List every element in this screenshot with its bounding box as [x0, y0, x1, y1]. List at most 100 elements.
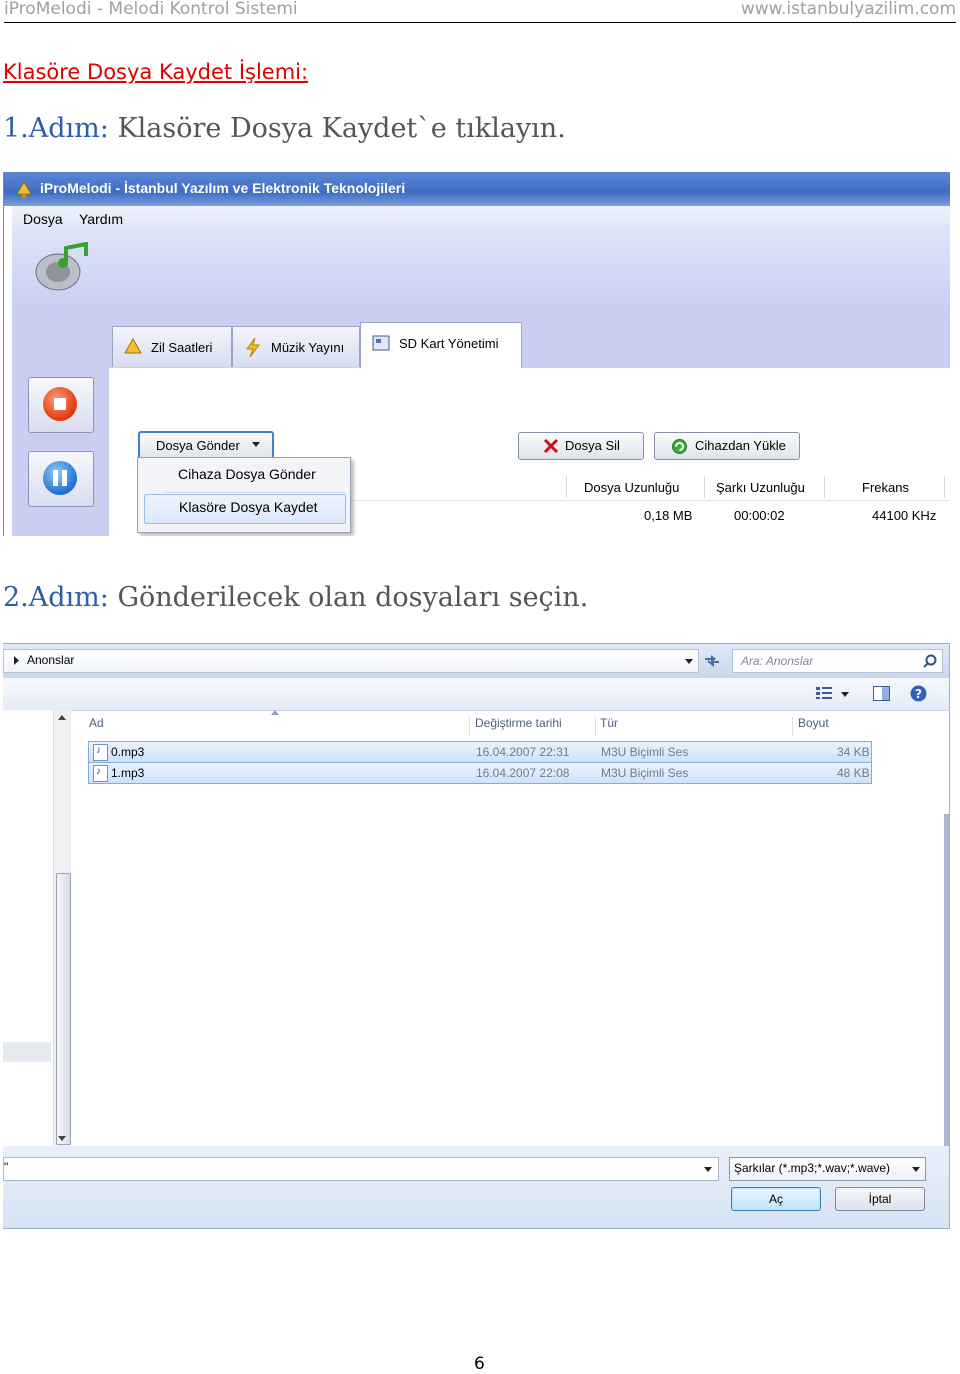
- preview-pane-icon[interactable]: [873, 686, 890, 701]
- column-boyut[interactable]: Boyut: [798, 710, 878, 738]
- dialog-footer: " Şarkılar (*.mp3;*.wav;*.wave) Aç İptal: [3, 1146, 949, 1228]
- lightning-icon: [246, 337, 260, 357]
- tab-sd-kart-yonetimi[interactable]: SD Kart Yönetimi: [360, 322, 522, 369]
- tab-muzik-yayini[interactable]: Müzik Yayını: [232, 326, 360, 367]
- menu-item-label: Klasöre Dosya Kaydet: [179, 499, 318, 515]
- cell-file-size: 0,18 MB: [644, 508, 693, 523]
- column-label: Boyut: [798, 716, 829, 730]
- cihazdan-yukle-label: Cihazdan Yükle: [695, 438, 786, 453]
- dropdown-menu: Cihaza Dosya Gönder Klasöre Dosya Kaydet: [137, 457, 351, 533]
- chevron-down-icon[interactable]: [58, 1136, 66, 1142]
- column-label: Ad: [89, 716, 104, 730]
- cell-frequency: 44100 KHz: [872, 508, 937, 523]
- bell-icon: [124, 337, 142, 354]
- file-name: 0.mp3: [111, 745, 145, 759]
- section-title: Klasöre Dosya Kaydet İşlemi:: [3, 60, 309, 84]
- column-divider: [566, 476, 567, 498]
- toolbar: ?: [3, 678, 949, 711]
- chevron-down-icon[interactable]: [841, 692, 849, 697]
- column-label: Şarkı Uzunluğu: [716, 480, 805, 495]
- file-row[interactable]: ♪ 0.mp3 16.04.2007 22:31 M3U Biçimli Ses…: [88, 741, 872, 763]
- pause-button[interactable]: [28, 451, 94, 507]
- file-name-input[interactable]: ": [3, 1157, 719, 1181]
- file-size: 34 KB: [837, 745, 870, 759]
- dialog-edge: [944, 814, 949, 1146]
- menu-item-label: Cihaza Dosya Gönder: [178, 466, 316, 482]
- step-2-text: Gönderilecek olan dosyaları seçin.: [108, 582, 589, 613]
- sort-ascending-icon: [271, 710, 279, 715]
- open-button[interactable]: Aç: [731, 1187, 821, 1211]
- file-date: 16.04.2007 22:31: [476, 745, 570, 759]
- chevron-down-icon: [912, 1167, 920, 1172]
- search-placeholder: Ara: Anonslar: [741, 654, 814, 668]
- column-divider: [704, 476, 705, 498]
- chevron-right-icon: [14, 656, 19, 665]
- view-options-icon[interactable]: [816, 687, 832, 699]
- dropdown-label: Dosya Gönder: [156, 438, 240, 453]
- column-divider: [944, 476, 945, 498]
- delete-icon: [543, 438, 559, 454]
- file-type: M3U Biçimli Ses: [601, 766, 689, 780]
- breadcrumb[interactable]: Anonslar: [3, 649, 699, 673]
- nav-item[interactable]: [3, 1042, 51, 1062]
- tab-label: Müzik Yayını: [271, 340, 345, 355]
- breadcrumb-item[interactable]: Anonslar: [27, 653, 74, 667]
- tab-strip: Zil Saatleri Müzik Yayını SD Kart Yöneti…: [106, 322, 950, 370]
- dosya-sil-button[interactable]: Dosya Sil: [518, 432, 644, 460]
- step-1-number: 1.Adım:: [3, 113, 109, 144]
- bell-icon: [16, 181, 32, 199]
- help-icon[interactable]: ?: [910, 685, 927, 702]
- menu-dosya[interactable]: Dosya: [23, 211, 63, 227]
- svg-text:?: ?: [915, 687, 922, 701]
- file-size: 48 KB: [837, 766, 870, 780]
- file-type-value: Şarkılar (*.mp3;*.wav;*.wave): [734, 1161, 891, 1175]
- tab-label: Zil Saatleri: [151, 340, 213, 355]
- audio-file-icon: ♪: [93, 744, 108, 761]
- cell-song-length: 00:00:02: [734, 508, 785, 523]
- file-dialog-screenshot: Anonslar Ara: Anonslar ? Ad Değiştirme t…: [3, 643, 950, 1229]
- search-icon[interactable]: [923, 654, 937, 668]
- column-divider: [824, 476, 825, 498]
- menu-bar: Dosya Yardım: [12, 206, 950, 231]
- header-url: www.istanbulyazilim.com: [740, 0, 956, 19]
- column-label: Tür: [600, 716, 618, 730]
- ribbon: [12, 230, 950, 314]
- audio-file-icon: ♪: [93, 765, 108, 782]
- nav-scrollbar[interactable]: [53, 710, 71, 1146]
- speaker-logo-icon: [35, 242, 88, 291]
- scroll-thumb[interactable]: [56, 873, 71, 1145]
- chevron-up-icon[interactable]: [58, 714, 66, 720]
- cihazdan-yukle-button[interactable]: Cihazdan Yükle: [654, 432, 800, 460]
- cancel-button[interactable]: İptal: [835, 1187, 925, 1211]
- file-type: M3U Biçimli Ses: [601, 745, 689, 759]
- step-2: 2.Adım: Gönderilecek olan dosyaları seçi…: [3, 582, 588, 613]
- file-name-value: ": [4, 1160, 9, 1174]
- chevron-down-icon[interactable]: [685, 659, 693, 664]
- column-divider: [595, 716, 596, 736]
- tab-label: SD Kart Yönetimi: [399, 336, 499, 351]
- column-label: Frekans: [862, 480, 909, 495]
- file-row[interactable]: ♪ 1.mp3 16.04.2007 22:08 M3U Biçimli Ses…: [88, 762, 872, 784]
- column-degistirme-tarihi[interactable]: Değiştirme tarihi: [475, 710, 595, 738]
- menu-item-cihaza-dosya-gonder[interactable]: Cihaza Dosya Gönder: [144, 461, 344, 489]
- app-title: iProMelodi - İstanbul Yazılım ve Elektro…: [40, 180, 406, 196]
- stop-icon: [43, 387, 77, 421]
- menu-item-klasore-dosya-kaydet[interactable]: Klasöre Dosya Kaydet: [144, 494, 346, 524]
- menu-yardim[interactable]: Yardım: [79, 211, 123, 227]
- refresh-icon: [672, 439, 687, 454]
- tab-zil-saatleri[interactable]: Zil Saatleri: [112, 326, 232, 367]
- column-label: Değiştirme tarihi: [475, 716, 562, 730]
- sd-card-icon: [372, 335, 390, 351]
- step-1-text: Klasöre Dosya Kaydet`e tıklayın.: [108, 113, 566, 144]
- app-title-bar: iProMelodi - İstanbul Yazılım ve Elektro…: [4, 172, 950, 206]
- chevron-down-icon[interactable]: [704, 1167, 712, 1172]
- menu-divider: [166, 492, 346, 493]
- search-input[interactable]: Ara: Anonslar: [732, 649, 943, 673]
- file-type-select[interactable]: Şarkılar (*.mp3;*.wav;*.wave): [729, 1157, 926, 1181]
- stop-button[interactable]: [28, 377, 94, 433]
- column-tur[interactable]: Tür: [600, 710, 790, 738]
- column-divider: [792, 716, 793, 736]
- refresh-icon[interactable]: [703, 653, 721, 667]
- column-ad[interactable]: Ad: [89, 710, 467, 738]
- dosya-sil-label: Dosya Sil: [565, 438, 620, 453]
